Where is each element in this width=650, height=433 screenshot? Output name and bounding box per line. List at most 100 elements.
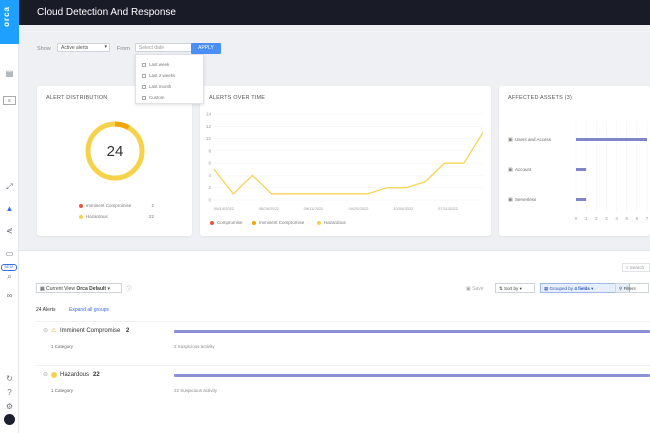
legend-dot [317,220,321,225]
legend-dot [79,214,83,219]
search-field[interactable]: ⌕ Search [622,263,650,272]
group-value: 4 fields [574,286,590,291]
from-label: From [117,46,130,52]
donut-total: 24 [106,143,124,160]
search-label: Search [629,265,645,270]
y-tick-label: 8 [208,148,211,153]
avatar-icon[interactable] [4,414,15,425]
chevron-down-icon: ▾ [104,44,107,50]
category-text: 1 Category [51,388,74,393]
legend-item-hazardous: Hazardous 22 [79,214,154,219]
filters-button[interactable]: ⚲ Filters [615,283,649,293]
refresh-icon[interactable]: ↻ [4,373,15,384]
legend-item-hazardous: Hazardous [317,220,346,225]
y-tick-label: 4 [208,173,211,178]
date-option-last-week[interactable]: Last week [142,62,169,67]
alert-triangle-icon[interactable]: ▲ [4,203,15,214]
group-name: Hazardous [60,372,90,378]
checkbox-icon [142,73,146,78]
warning-icon: ⚠ [51,328,57,334]
expand-all-link[interactable]: Expand all groups [69,307,109,313]
asset-label: Users and Access [515,137,552,142]
x-tick-label: 10/09/2022 [393,206,414,211]
sub-text: 22 Suspicious activity [174,388,218,393]
legend-label: Imminent Compromise [259,220,305,225]
alert-group-row[interactable]: ⊖ Hazardous 22 1 Category 22 Suspicious … [36,365,650,405]
alert-distribution-card: ALERT DISTRIBUTION 24 Imminent Compromis… [37,86,192,236]
x-tick-label: 0 [575,216,578,221]
hazard-icon [51,372,57,378]
apply-button[interactable]: APPLY [191,43,221,54]
assets-bar-chart: 0 1 2 3 4 5 6 7▣ Users and Access▣ Account▣ Server… [508,121,649,221]
alerts-over-time-card: ALERTS OVER TIME 0 2 4 6 8 10 12 14 08/14/2022 08… [200,86,491,236]
category-text: 1 Category [51,344,74,349]
affected-assets-card: AFFECTED ASSETS (3) 0 1 2 3 4 5 6 7 ▣ Users and A… [499,86,650,236]
x-tick-label: 09/11/2022 [304,206,324,211]
expand-icon[interactable]: ⤢ [4,181,15,192]
page-title: Cloud Detection And Response [37,7,176,18]
share-icon[interactable]: ⋞ [4,225,15,236]
chevron-down-icon: ▾ [591,286,594,291]
top-bar: Cloud Detection And Response [19,0,650,25]
filter-icon: ⚲ [619,286,623,291]
y-tick-label: 0 [208,198,211,203]
x-tick-label: 3 [605,216,608,221]
y-tick-label: 10 [206,136,212,141]
asset-bar [576,198,587,201]
legend-dot [252,220,256,225]
group-bar [174,374,650,377]
y-tick-label: 12 [206,124,212,129]
clipboard-icon[interactable]: ▭ [4,248,15,259]
alert-group-row[interactable]: ⊖ ⚠ Imminent Compromise 2 1 Category 2 S… [36,321,650,361]
settings-icon[interactable]: ⚙ [4,401,15,412]
x-tick-label: 08/14/2022 [214,206,235,211]
chart-icon[interactable]: ▤ [4,68,15,79]
legend-item-imminent: Imminent Compromise 2 [79,203,154,208]
date-option-label: Last 2 weeks [149,73,176,78]
legend-label: Compromise [217,220,243,225]
current-view-select[interactable]: ▦ Current View Orca Default ▾ [36,283,122,293]
chevron-down-icon: ▾ [107,286,110,292]
legend-label: Imminent Compromise [86,203,132,208]
sliders-icon[interactable]: ≡ [3,96,16,105]
date-option-last-2-weeks[interactable]: Last 2 weeks [142,73,175,78]
y-tick-label: 6 [208,161,211,166]
date-dropdown-menu: Last week Last 2 weeks Last month Custom [135,54,204,104]
legend-dot [210,220,214,225]
users-icon: ▣ [508,137,513,143]
search-icon: ⌕ [626,265,629,270]
y-tick-label: 2 [208,185,211,190]
filters-label: Filters [623,286,636,291]
group-toggle-icon[interactable]: ⊖ [43,327,48,334]
x-tick-label: 7 [646,216,649,221]
legend-item-imminent: Imminent Compromise [252,220,304,225]
info-icon[interactable]: ⓘ [126,284,132,293]
group-count: 22 [93,372,100,378]
current-view-label: Current View [46,286,75,292]
show-label: Show [37,46,51,52]
group-icon: ▦ [544,286,549,291]
alerts-list-panel: ⌕ Search ▦ Current View Orca Default ▾ ⓘ… [19,250,650,433]
date-option-label: Last month [149,84,172,89]
checkbox-icon [142,95,146,100]
show-select[interactable]: Active alerts ▾ [57,43,110,52]
logo-text: orca [2,6,11,27]
asset-label: Account [515,167,532,172]
help-icon[interactable]: ? [4,387,15,398]
filter-bar: Show Active alerts ▾ From Select date ▾ [19,38,650,58]
sort-by-select[interactable]: ⇅ Sort by ▾ [495,283,535,293]
checkbox-icon [142,84,146,89]
legend-dot [79,203,83,208]
date-option-last-month[interactable]: Last month [142,84,171,89]
search-icon[interactable]: ⌕ [4,271,15,282]
orca-logo[interactable]: orca [0,0,19,44]
save-button[interactable]: ▣ Save [466,286,484,292]
link-icon[interactable]: ∞ [4,290,15,301]
beta-badge: BETA [1,264,17,271]
asset-label: Serverless [515,197,537,202]
chevron-down-icon: ▾ [519,286,522,291]
group-toggle-icon[interactable]: ⊖ [43,371,48,378]
date-option-custom[interactable]: Custom [142,95,165,100]
date-option-label: Custom [149,95,165,100]
y-tick-label: 14 [206,112,212,117]
